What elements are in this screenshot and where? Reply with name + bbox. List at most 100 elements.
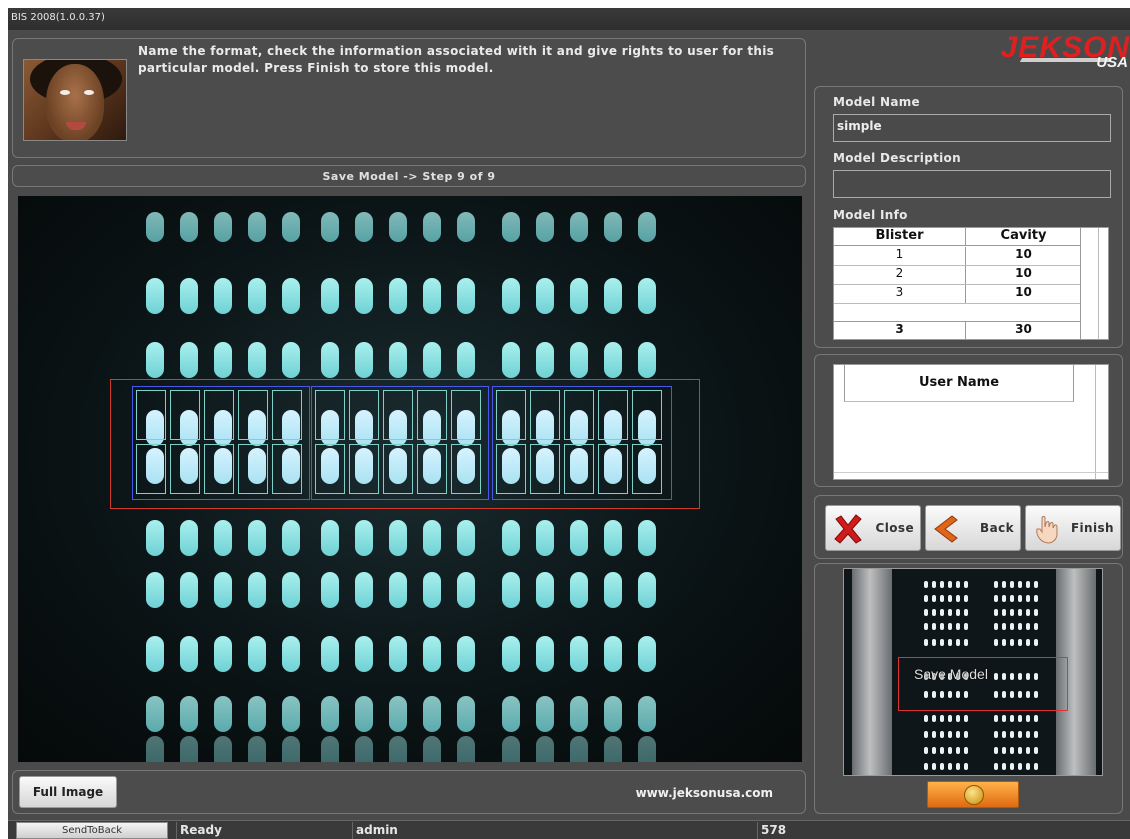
model-description-field[interactable] — [833, 170, 1111, 198]
thumbnail-tablet — [1026, 763, 1030, 770]
tablet — [321, 736, 339, 762]
tablet — [536, 736, 554, 762]
full-image-button[interactable]: Full Image — [19, 776, 117, 808]
grid-header: Blister Cavity — [834, 228, 1082, 246]
thumbnail-tablet — [964, 715, 968, 722]
thumbnail-tablet — [948, 763, 952, 770]
tablet — [146, 278, 164, 314]
tablet — [248, 696, 266, 732]
thumbnail-tablet — [1018, 747, 1022, 754]
thumbnail-tablet — [994, 609, 998, 616]
thumbnail-tablet — [940, 731, 944, 738]
tablet — [248, 212, 266, 242]
thumbnail-tablet — [994, 623, 998, 630]
send-to-back-button[interactable]: SendToBack — [16, 822, 168, 839]
thumbnail-tablet — [956, 623, 960, 630]
thumbnail-tablet — [956, 595, 960, 602]
thumbnail-tablet — [932, 715, 936, 722]
tablet — [180, 342, 198, 378]
thumbnail-tablet — [964, 609, 968, 616]
tablet — [389, 278, 407, 314]
thumbnail-tablet — [1010, 715, 1014, 722]
tablet — [570, 342, 588, 378]
model-name-field[interactable]: simple — [833, 114, 1111, 142]
instruction-text: Name the format, check the information a… — [138, 44, 775, 75]
thumbnail-tablet — [948, 639, 952, 646]
tablet — [214, 212, 232, 242]
capture-button[interactable] — [927, 781, 1019, 808]
thumbnail-tablet — [1002, 639, 1006, 646]
thumbnail-tablet — [964, 747, 968, 754]
tablet — [180, 212, 198, 242]
thumbnail-tablet — [924, 715, 928, 722]
thumbnail-tablet — [940, 639, 944, 646]
step-indicator: Save Model -> Step 9 of 9 — [12, 165, 806, 187]
instruction-panel: Name the format, check the information a… — [12, 38, 806, 158]
thumbnail-tablet — [1034, 581, 1038, 588]
column-blister[interactable]: Blister — [834, 228, 966, 245]
close-button[interactable]: Close — [825, 505, 921, 551]
column-cavity[interactable]: Cavity — [966, 228, 1082, 245]
thumbnail-tablet — [940, 581, 944, 588]
table-row[interactable]: 3 10 — [834, 285, 1082, 304]
cavity-box — [136, 390, 166, 440]
thumbnail-tablet — [948, 595, 952, 602]
thumbnail-tablet — [1018, 623, 1022, 630]
thumbnail-tablet — [1026, 715, 1030, 722]
column-user-name[interactable]: User Name — [844, 365, 1074, 402]
cavity-box — [598, 444, 628, 494]
thumbnail-tablet — [1002, 747, 1006, 754]
cavity-box — [272, 444, 302, 494]
tablet — [536, 572, 554, 608]
thumbnail-tablet — [924, 609, 928, 616]
tablet — [321, 696, 339, 732]
value-text: 578 — [757, 822, 1130, 839]
thumbnail-tablet — [1010, 639, 1014, 646]
tablet — [321, 572, 339, 608]
tablet — [638, 342, 656, 378]
tablet — [146, 572, 164, 608]
thumbnail-tablet — [956, 715, 960, 722]
thumbnail-tablet — [940, 715, 944, 722]
tablet — [355, 636, 373, 672]
thumbnail-tablet — [964, 581, 968, 588]
back-button[interactable]: Back — [925, 505, 1021, 551]
tablet — [389, 520, 407, 556]
tablet — [502, 342, 520, 378]
table-row[interactable]: 1 10 — [834, 247, 1082, 266]
tablet — [604, 736, 622, 762]
tablet — [638, 736, 656, 762]
thumbnail-tablet — [994, 731, 998, 738]
thumbnail-tablet — [932, 731, 936, 738]
cavity-box — [315, 390, 345, 440]
thumbnail-tablet — [956, 581, 960, 588]
tablet — [180, 278, 198, 314]
thumbnail-tablet — [1034, 623, 1038, 630]
thumbnail-tablet — [994, 581, 998, 588]
thumbnail-tablet — [924, 747, 928, 754]
tablet — [180, 636, 198, 672]
status-bar: SendToBack Ready admin 578 — [8, 820, 1130, 839]
step-label: Save Model -> Step 9 of 9 — [322, 170, 496, 183]
website-link[interactable]: www.jeksonusa.com — [636, 786, 773, 800]
finish-button[interactable]: Finish — [1025, 505, 1121, 551]
thumbnail-tablet — [932, 595, 936, 602]
thumbnail-tablet — [1018, 581, 1022, 588]
tablet — [214, 342, 232, 378]
user-grid[interactable]: User Name — [833, 364, 1109, 480]
tablet — [321, 278, 339, 314]
navigation-panel: Close Back Finish — [814, 495, 1123, 559]
thumbnail-tablet — [956, 731, 960, 738]
tablet — [457, 736, 475, 762]
thumbnail-tablet — [1026, 595, 1030, 602]
tablet — [355, 696, 373, 732]
close-icon — [834, 514, 862, 544]
grid-scrollbar[interactable] — [1080, 228, 1108, 339]
thumbnail-tablet — [932, 581, 936, 588]
cavity-box — [530, 390, 560, 440]
thumbnail-overlay-label: Save Model — [914, 666, 988, 682]
thumbnail-image[interactable]: Save Model — [843, 568, 1103, 776]
table-row[interactable]: 2 10 — [834, 266, 1082, 285]
bottom-toolbar: Full Image www.jeksonusa.com — [12, 770, 806, 814]
tablet — [502, 696, 520, 732]
